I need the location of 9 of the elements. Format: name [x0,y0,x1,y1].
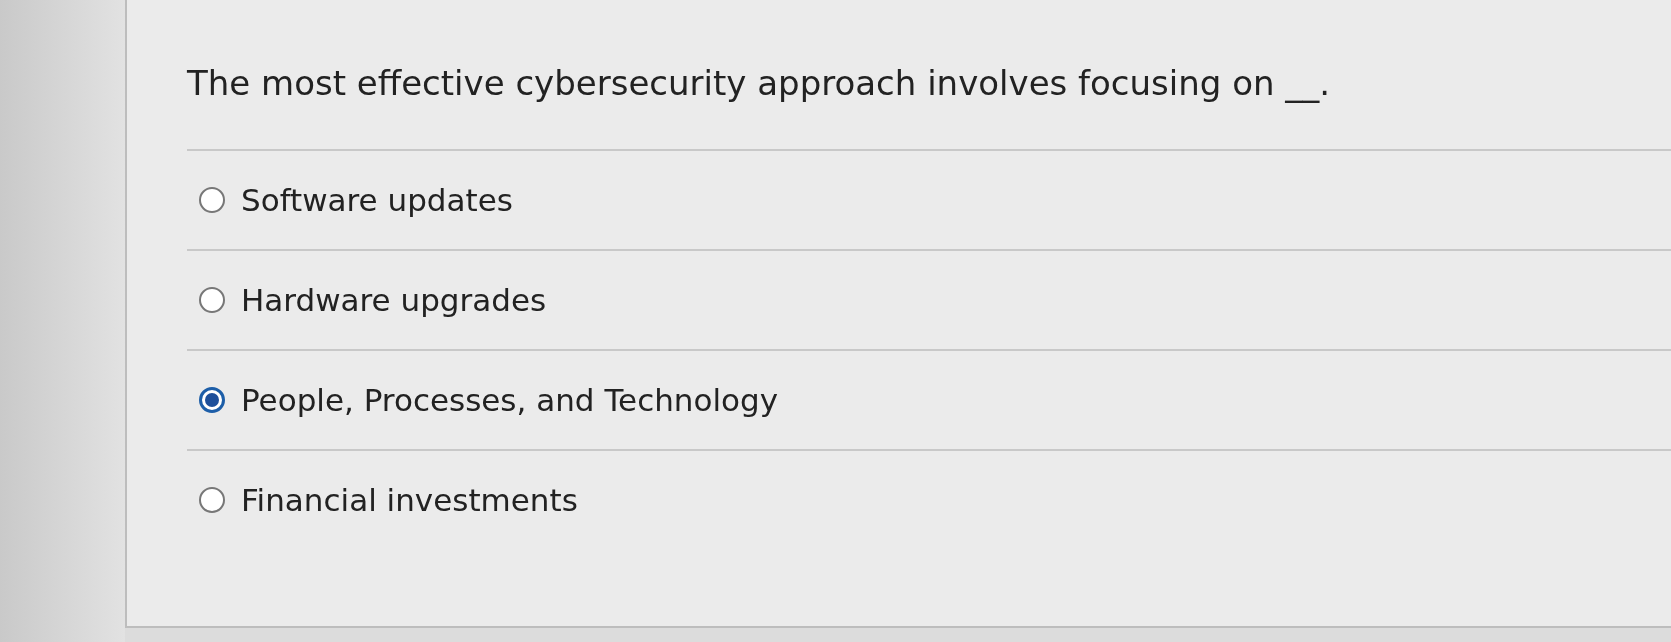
radio-button[interactable] [199,187,225,213]
option-label[interactable]: People, Processes, and Technology [241,376,779,424]
radio-button[interactable] [199,487,225,513]
question-text: The most effective cybersecurity approach involves focusing on __. [187,62,1332,105]
option-label[interactable]: Software updates [241,176,513,224]
radio-button[interactable] [199,387,225,413]
option-label[interactable]: Hardware upgrades [241,276,547,324]
radio-button[interactable] [199,287,225,313]
option-label[interactable]: Financial investments [241,476,578,524]
